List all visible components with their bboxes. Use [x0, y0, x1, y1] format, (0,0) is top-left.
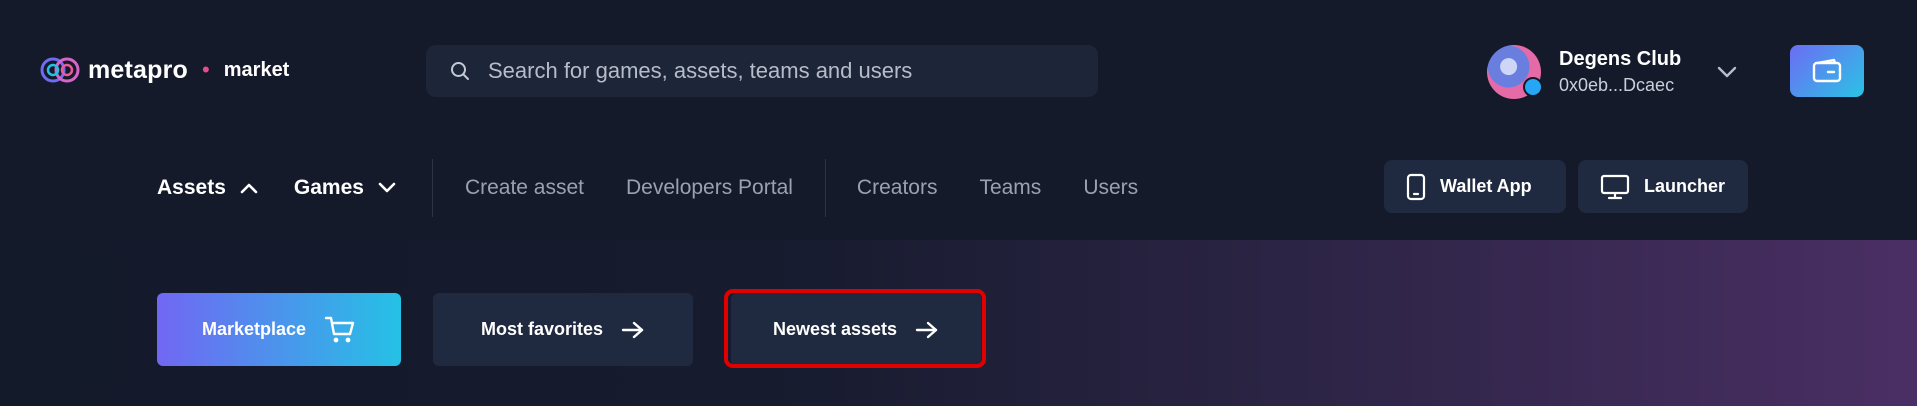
nav-teams[interactable]: Teams — [979, 176, 1041, 200]
search-bar[interactable] — [426, 45, 1098, 97]
nav-divider — [824, 159, 826, 217]
monitor-icon — [1600, 174, 1630, 199]
search-input[interactable] — [488, 58, 1088, 84]
most-favorites-label: Most favorites — [480, 319, 604, 339]
cart-icon — [324, 316, 355, 342]
nav-assets[interactable]: Assets — [157, 176, 258, 200]
verified-badge-icon — [1523, 77, 1543, 97]
highlight-box — [724, 289, 986, 368]
wallet-icon — [1812, 58, 1842, 83]
wallet-app-label: Wallet App — [1440, 176, 1532, 196]
chevron-down-icon — [378, 182, 396, 193]
launcher-label: Launcher — [1644, 176, 1726, 196]
nav-assets-label: Assets — [157, 176, 226, 199]
avatar — [1487, 45, 1543, 99]
nav-creators[interactable]: Creators — [857, 176, 938, 200]
most-favorites-button[interactable]: Most favorites — [433, 293, 693, 366]
app-logo[interactable]: metapro • market — [40, 52, 289, 88]
nav-developers-portal[interactable]: Developers Portal — [626, 176, 793, 200]
wallet-address: 0x0eb...Dcaec — [1559, 75, 1675, 95]
nav-games-label: Games — [293, 176, 364, 199]
search-icon — [451, 62, 469, 80]
user-info: Degens Club 0x0eb...Dcaec — [1559, 46, 1681, 98]
nav-games[interactable]: Games — [294, 176, 396, 200]
launcher-button[interactable]: Launcher — [1578, 160, 1748, 213]
user-menu[interactable]: Degens Club 0x0eb...Dcaec — [1487, 44, 1737, 100]
main-nav: Assets Games Create asset Developers Por… — [157, 159, 1138, 217]
chevron-down-icon[interactable] — [1717, 66, 1737, 78]
wallet-button[interactable] — [1790, 45, 1864, 97]
arrow-right-icon — [621, 321, 644, 338]
marketplace-label: Marketplace — [201, 319, 307, 339]
nav-create-asset[interactable]: Create asset — [465, 176, 584, 200]
marketplace-button[interactable]: Marketplace — [157, 293, 401, 366]
chevron-up-icon — [240, 183, 258, 194]
metapro-logo-icon — [40, 57, 80, 83]
nav-divider — [431, 159, 433, 217]
user-name: Degens Club — [1559, 48, 1682, 70]
logo-separator: • — [202, 57, 210, 82]
phone-icon — [1406, 173, 1426, 200]
nav-users[interactable]: Users — [1083, 176, 1138, 200]
logo-text: metapro — [88, 55, 189, 84]
wallet-app-button[interactable]: Wallet App — [1384, 160, 1566, 213]
logo-market-text: market — [223, 58, 290, 81]
